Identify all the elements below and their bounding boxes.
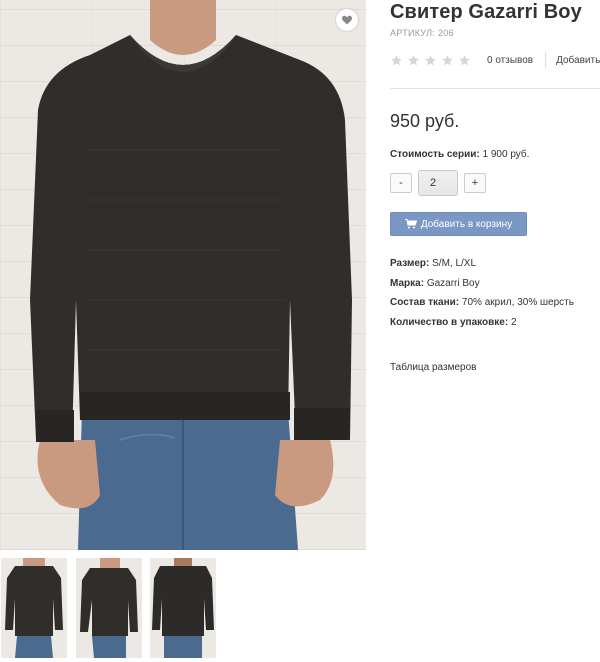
star-icon[interactable] xyxy=(390,54,403,67)
star-icon[interactable] xyxy=(424,54,437,67)
qty-input[interactable] xyxy=(418,170,458,196)
divider xyxy=(390,88,600,89)
quantity-stepper: - + xyxy=(390,170,486,196)
star-icon[interactable] xyxy=(407,54,420,67)
divider xyxy=(545,52,547,68)
size-table-link[interactable]: Таблица размеров xyxy=(390,362,476,373)
thumbnail-image xyxy=(5,558,63,658)
model-in-sweater-image xyxy=(30,0,352,550)
property-value: S/M, L/XL xyxy=(432,258,477,269)
add-to-cart-button[interactable]: Добавить в корзину xyxy=(390,212,527,236)
product-properties: Размер: S/M, L/XL Марка: Gazarri Boy Сос… xyxy=(390,258,574,337)
heart-icon xyxy=(342,15,352,25)
star-icon[interactable] xyxy=(458,54,471,67)
series-price-value: 1 900 руб. xyxy=(482,149,530,160)
property-value: 70% акрил, 30% шерсть xyxy=(461,297,574,309)
property-value: 2 xyxy=(510,317,517,329)
property-label: Размер: xyxy=(390,258,430,269)
product-price: 950 руб. xyxy=(390,111,460,131)
star-icon[interactable] xyxy=(441,54,454,67)
property-value: Gazarri Boy xyxy=(426,277,480,289)
thumbnail-image xyxy=(80,558,138,658)
sku-label: Артикул: xyxy=(390,28,436,38)
qty-minus-button[interactable]: - xyxy=(390,173,412,193)
thumbnail-3[interactable] xyxy=(150,558,216,658)
property-pack-quantity: Количество в упаковке: 2 xyxy=(390,317,574,337)
wishlist-button[interactable] xyxy=(336,9,358,31)
property-size: Размер: S/M, L/XL xyxy=(390,258,574,278)
rating-row: 0 отзывов Добавить xyxy=(390,52,600,68)
thumbnail-image xyxy=(152,558,214,658)
thumbnail-2[interactable] xyxy=(76,558,142,658)
thumbnail-1[interactable] xyxy=(1,558,67,658)
sku-value: 206 xyxy=(437,28,454,38)
reviews-link[interactable]: 0 отзывов xyxy=(487,55,533,66)
cart-icon xyxy=(404,219,417,229)
rating-stars[interactable] xyxy=(390,54,471,67)
add-to-cart-label: Добавить в корзину xyxy=(420,218,513,230)
series-price: Стоимость серии: 1 900 руб. xyxy=(390,149,529,160)
series-price-label: Стоимость серии: xyxy=(390,149,480,160)
property-label: Марка: xyxy=(390,277,425,289)
property-label: Состав ткани: xyxy=(390,297,460,309)
product-sku: Артикул: 206 xyxy=(390,28,454,38)
qty-plus-button[interactable]: + xyxy=(464,173,486,193)
property-brand: Марка: Gazarri Boy xyxy=(390,278,574,298)
property-fabric: Состав ткани: 70% акрил, 30% шерсть xyxy=(390,297,574,317)
product-main-image[interactable] xyxy=(0,0,366,550)
add-review-link[interactable]: Добавить xyxy=(556,55,600,66)
product-title: Свитер Gazarri Boy xyxy=(390,1,582,23)
property-label: Количество в упаковке: xyxy=(390,317,509,329)
